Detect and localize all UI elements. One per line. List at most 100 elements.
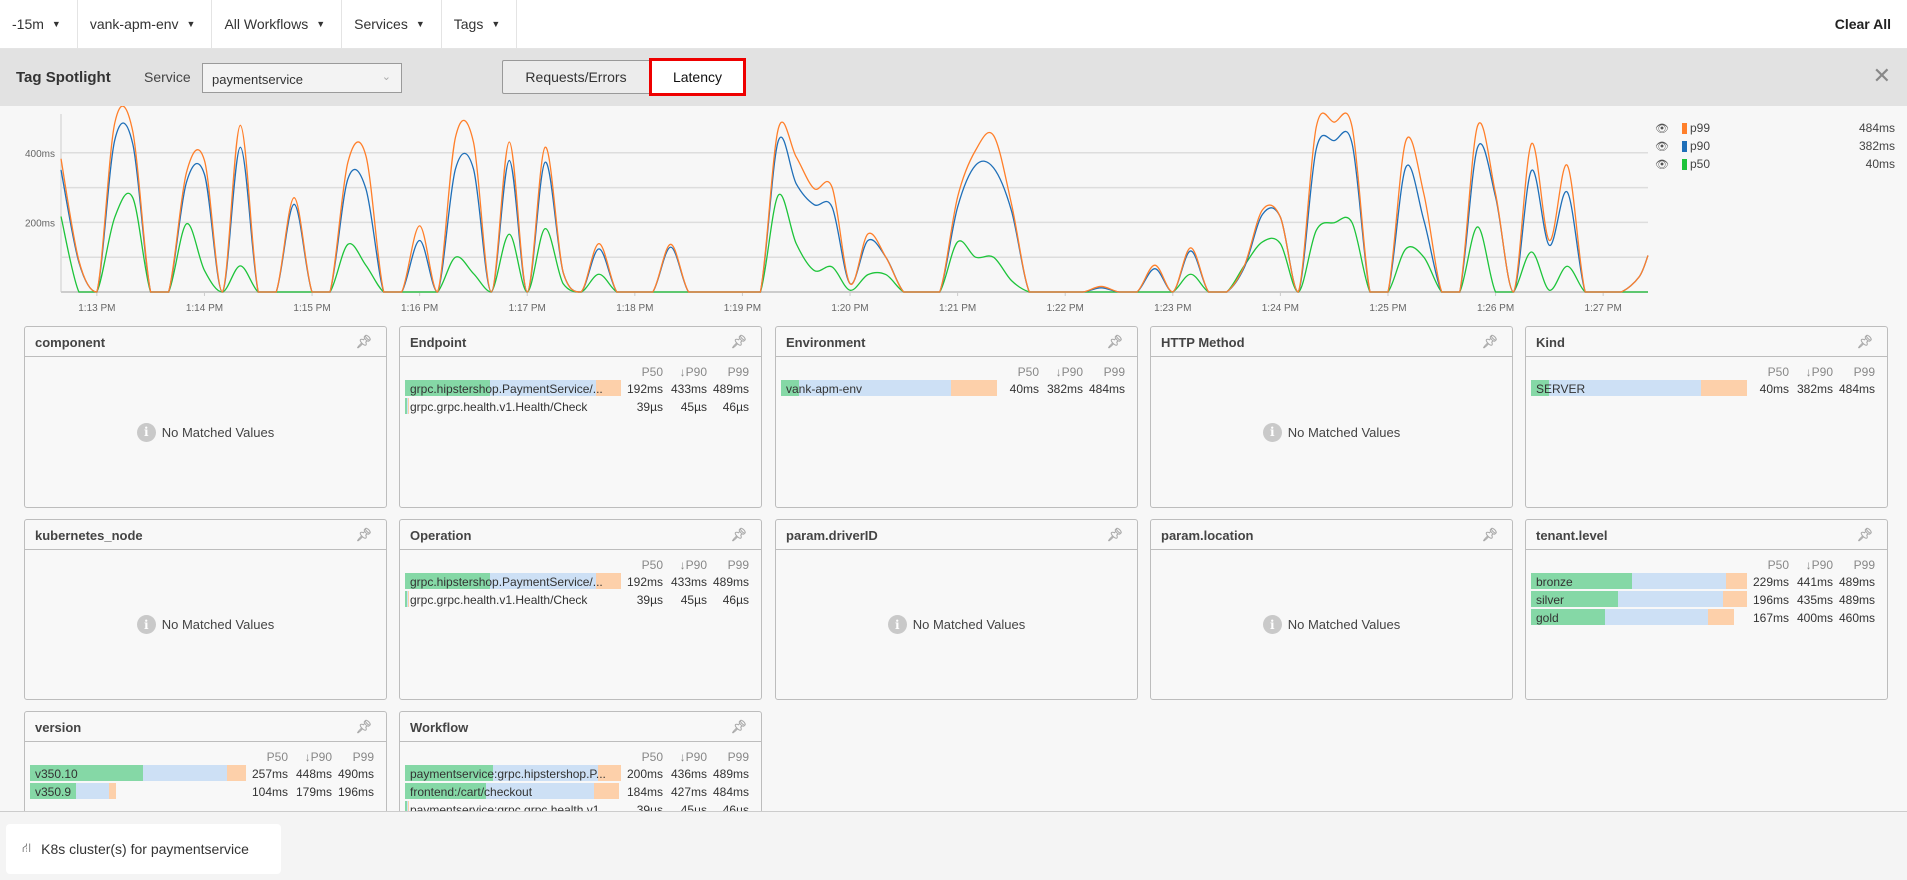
col-p90-sorted[interactable]: ↓P90 xyxy=(288,750,332,764)
col-p90-sorted[interactable]: ↓P90 xyxy=(1789,558,1833,572)
tag-value-row[interactable]: frontend:/cart/checkout 184ms 427ms 484ms xyxy=(400,783,761,800)
p90-value: 400ms xyxy=(1796,611,1833,625)
p99-value: 489ms xyxy=(1838,575,1875,589)
col-p99[interactable]: P99 xyxy=(1833,365,1875,379)
col-p90-sorted[interactable]: ↓P90 xyxy=(663,558,707,572)
eye-icon[interactable]: 👁 xyxy=(1655,158,1669,171)
col-p50[interactable]: P50 xyxy=(1749,558,1789,572)
filter-label: vank-apm-env xyxy=(89,16,179,32)
tag-value-row[interactable]: vank-apm-env 40ms 382ms 484ms xyxy=(776,380,1137,397)
pin-icon[interactable]: 📌︎ xyxy=(355,334,372,350)
legend-item-p99[interactable]: 👁 p99 484ms xyxy=(1655,119,1895,137)
col-p50[interactable]: P50 xyxy=(623,750,663,764)
p99-value: 489ms xyxy=(712,575,749,589)
tag-value-row[interactable]: grpc.hipstershop.PaymentService/... 192ms… xyxy=(400,380,761,397)
tag-value-row[interactable]: bronze 229ms 441ms 489ms xyxy=(1526,573,1887,590)
col-p99[interactable]: P99 xyxy=(707,750,749,764)
legend-item-p90[interactable]: 👁 p90 382ms xyxy=(1655,137,1895,155)
tag-value-row[interactable]: grpc.grpc.health.v1.Health/Check 39µs 45µs… xyxy=(400,398,761,415)
pin-icon[interactable]: 📌︎ xyxy=(1481,527,1498,543)
col-p99[interactable]: P99 xyxy=(1083,365,1125,379)
tag-value-label: grpc.hipstershop.PaymentService/... xyxy=(410,382,603,396)
col-p90-sorted[interactable]: ↓P90 xyxy=(1039,365,1083,379)
x-tick-label: 1:27 PM xyxy=(1585,303,1622,314)
tags-filter[interactable]: Tags ▼ xyxy=(442,0,518,49)
caret-down-icon: ▼ xyxy=(186,19,196,29)
environment-filter[interactable]: vank-apm-env ▼ xyxy=(78,0,213,49)
card-header: Workflow 📌︎ xyxy=(400,712,761,742)
p50-value: 40ms xyxy=(1009,382,1039,396)
card-header: tenant.level 📌︎ xyxy=(1526,520,1887,550)
p90-value: 427ms xyxy=(670,785,707,799)
pin-icon[interactable]: 📌︎ xyxy=(1481,334,1498,350)
tag-value-row[interactable]: v350.10 257ms 448ms 490ms xyxy=(25,765,386,782)
col-p99[interactable]: P99 xyxy=(707,558,749,572)
eye-icon[interactable]: 👁 xyxy=(1655,140,1669,153)
tag-value-row[interactable]: gold 167ms 400ms 460ms xyxy=(1526,609,1887,626)
service-value: paymentservice xyxy=(212,72,304,87)
close-icon[interactable]: ✕ xyxy=(1873,65,1891,87)
p50-value: 39µs xyxy=(636,593,663,607)
tag-value-row[interactable]: grpc.hipstershop.PaymentService/... 192ms… xyxy=(400,573,761,590)
tag-value-row[interactable]: v350.9 104ms 179ms 196ms xyxy=(25,783,386,800)
legend-name: p50 xyxy=(1690,157,1711,171)
card-title: version xyxy=(35,720,82,735)
pin-icon[interactable]: 📌︎ xyxy=(730,527,747,543)
card-title: HTTP Method xyxy=(1161,335,1245,350)
legend-item-p50[interactable]: 👁 p50 40ms xyxy=(1655,155,1895,173)
empty-message: No Matched Values xyxy=(1287,617,1401,632)
col-p90-sorted[interactable]: ↓P90 xyxy=(663,750,707,764)
tag-value-row[interactable]: silver 196ms 435ms 489ms xyxy=(1526,591,1887,608)
no-matched-values: i No Matched Values xyxy=(25,550,386,699)
p90-value: 436ms xyxy=(670,767,707,781)
tab-requests-errors[interactable]: Requests/Errors xyxy=(503,61,649,93)
chart-legend: 👁 p99 484ms 👁 p90 382ms 👁 p50 40ms xyxy=(1655,119,1895,173)
y-tick-label: 400ms xyxy=(25,149,55,160)
col-p50[interactable]: P50 xyxy=(1749,365,1789,379)
time-range-filter[interactable]: -15m ▼ xyxy=(0,0,78,49)
tag-value-label: gold xyxy=(1536,611,1559,625)
tag-value-row[interactable]: SERVER 40ms 382ms 484ms xyxy=(1526,380,1887,397)
clear-all-button[interactable]: Clear All xyxy=(1835,16,1891,32)
service-select[interactable]: paymentservice ⌄ xyxy=(202,63,402,93)
tag-value-label: v350.9 xyxy=(35,785,72,799)
pin-icon[interactable]: 📌︎ xyxy=(730,334,747,350)
pin-icon[interactable]: 📌︎ xyxy=(1106,334,1123,350)
pin-icon[interactable]: 📌︎ xyxy=(730,719,747,735)
col-p99[interactable]: P99 xyxy=(707,365,749,379)
pin-icon[interactable]: 📌︎ xyxy=(1856,527,1873,543)
pin-icon[interactable]: 📌︎ xyxy=(1856,334,1873,350)
p50-value: 192ms xyxy=(626,575,663,589)
column-headers: P50 ↓P90 P99 xyxy=(400,742,761,764)
page-title: Tag Spotlight xyxy=(16,69,111,86)
tag-value-row[interactable]: grpc.grpc.health.v1.Health/Check 39µs 45µs… xyxy=(400,591,761,608)
col-p50[interactable]: P50 xyxy=(999,365,1039,379)
column-headers: P50 ↓P90 P99 xyxy=(400,357,761,379)
series-line-p90 xyxy=(60,122,1649,293)
services-filter[interactable]: Services ▼ xyxy=(342,0,442,49)
col-p50[interactable]: P50 xyxy=(623,365,663,379)
col-p50[interactable]: P50 xyxy=(248,750,288,764)
tag-card-component: component 📌︎ i No Matched Values xyxy=(24,326,387,508)
column-headers: P50 ↓P90 P99 xyxy=(1526,357,1887,379)
filter-label: -15m xyxy=(12,16,44,32)
pin-icon[interactable]: 📌︎ xyxy=(1106,527,1123,543)
pin-icon[interactable]: 📌︎ xyxy=(355,719,372,735)
k8s-cluster-button[interactable]: ⛙ K8s cluster(s) for paymentservice xyxy=(6,824,281,874)
col-p90-sorted[interactable]: ↓P90 xyxy=(1789,365,1833,379)
workflow-filter[interactable]: All Workflows ▼ xyxy=(212,0,343,49)
col-p50[interactable]: P50 xyxy=(623,558,663,572)
card-title: param.driverID xyxy=(786,528,878,543)
pin-icon[interactable]: 📌︎ xyxy=(355,527,372,543)
tag-value-row[interactable]: paymentservice:grpc.hipstershop.P... 200m… xyxy=(400,765,761,782)
tag-card-param-driverid: param.driverID 📌︎ i No Matched Values xyxy=(775,519,1138,700)
tab-latency[interactable]: Latency xyxy=(649,58,746,96)
col-p90-sorted[interactable]: ↓P90 xyxy=(663,365,707,379)
empty-message: No Matched Values xyxy=(1287,424,1401,440)
tag-card-param-location: param.location 📌︎ i No Matched Values xyxy=(1150,519,1513,700)
eye-icon[interactable]: 👁 xyxy=(1655,122,1669,135)
legend-name: p90 xyxy=(1690,139,1711,153)
p90-value: 441ms xyxy=(1796,575,1833,589)
col-p99[interactable]: P99 xyxy=(332,750,374,764)
col-p99[interactable]: P99 xyxy=(1833,558,1875,572)
